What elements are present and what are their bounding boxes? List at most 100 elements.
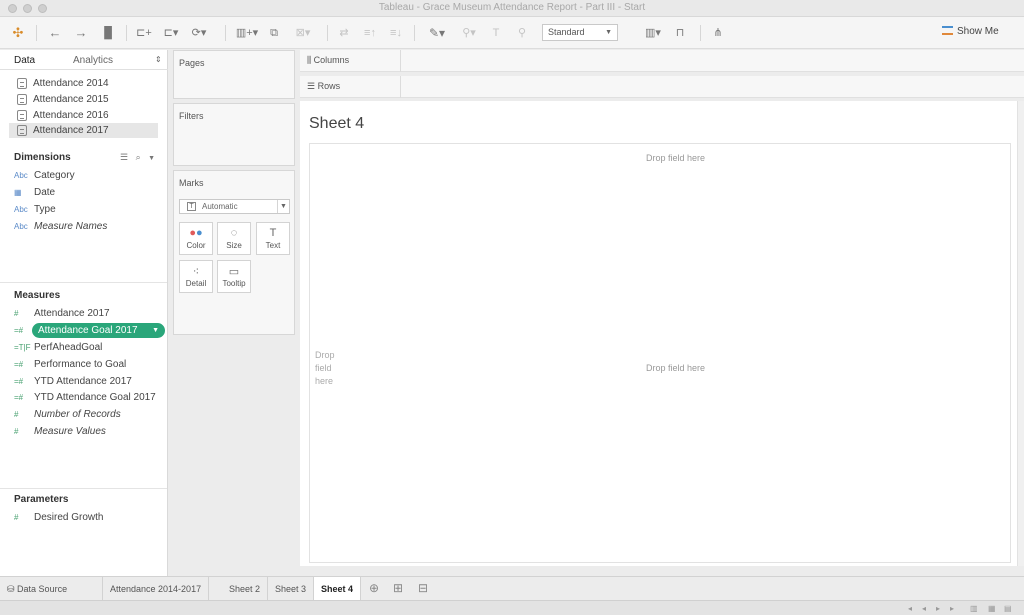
filters-shelf[interactable]: Filters bbox=[173, 103, 295, 166]
string-type-icon: Abc bbox=[14, 222, 28, 231]
sheet-title[interactable]: Sheet 4 bbox=[309, 115, 364, 133]
search-icon[interactable]: ⌕ bbox=[136, 152, 141, 162]
show-me-button[interactable]: Show Me bbox=[942, 26, 999, 37]
data-source-item-selected[interactable]: Attendance 2017 bbox=[9, 123, 158, 138]
sheet-tabs-bar: ⛁ Data Source Attendance 2014-2017 Sheet… bbox=[0, 576, 1024, 601]
show-filmstrip-icon[interactable]: ▥ bbox=[970, 604, 978, 613]
sort-descending-icon[interactable]: ≡↓ bbox=[388, 25, 404, 41]
tab-data[interactable]: Data bbox=[14, 55, 35, 66]
dimensions-heading: Dimensions bbox=[14, 152, 71, 163]
rows-shelf[interactable]: ☰ Rows bbox=[300, 76, 1024, 98]
clear-sheet-icon[interactable]: ⊠▾ bbox=[290, 25, 316, 41]
chevron-down-icon[interactable]: ▼ bbox=[148, 155, 155, 162]
columns-shelf[interactable]: ⫼ Columns bbox=[300, 50, 1024, 72]
show-sheet-sorter-icon[interactable]: ▦ bbox=[988, 604, 996, 613]
status-bar: ◂ ◂ ▸ ▸ ▥ ▦ ▤ bbox=[0, 600, 1024, 615]
data-source-item[interactable]: Attendance 2015 bbox=[9, 92, 158, 107]
data-source-tab-label: Data Source bbox=[17, 584, 68, 594]
chevron-down-icon: ▼ bbox=[605, 29, 612, 36]
sheet-tab-active[interactable]: Sheet 4 bbox=[314, 577, 362, 601]
text-mark-icon: T bbox=[187, 202, 196, 211]
undo-icon[interactable]: ← bbox=[47, 25, 63, 41]
drop-zone-rows[interactable]: Drop field here bbox=[315, 349, 343, 388]
measure-field[interactable]: # Attendance 2017 bbox=[14, 306, 110, 321]
measure-field[interactable]: # Number of Records bbox=[14, 407, 121, 422]
calc-number-icon: =# bbox=[14, 393, 24, 402]
drop-zone-center[interactable]: Drop field here bbox=[646, 363, 705, 373]
measure-field[interactable]: =# bbox=[14, 323, 34, 338]
field-label: Measure Values bbox=[34, 426, 106, 437]
fit-select-value: Standard bbox=[548, 27, 585, 37]
columns-text: Columns bbox=[313, 55, 350, 65]
detail-mark-button[interactable]: ⁖ Detail bbox=[179, 260, 213, 293]
measure-field[interactable]: =# YTD Attendance 2017 bbox=[14, 374, 132, 389]
first-sheet-icon[interactable]: ◂ bbox=[908, 604, 912, 613]
new-dashboard-icon[interactable]: ⊞ bbox=[393, 581, 403, 595]
sheet-tab[interactable]: Attendance 2014-2017 bbox=[103, 577, 210, 601]
duplicate-icon[interactable]: ⧉ bbox=[266, 25, 282, 41]
chart-insert-icon[interactable]: ▥+▾ bbox=[234, 25, 260, 41]
dimension-field[interactable]: Abc Category bbox=[14, 168, 75, 183]
sheet-tab[interactable]: Sheet 2 bbox=[222, 577, 269, 601]
labels-icon[interactable]: T bbox=[488, 25, 504, 41]
vertical-scrollbar[interactable] bbox=[1017, 101, 1024, 566]
list-view-icon[interactable]: ☰ bbox=[120, 152, 128, 162]
field-label: Measure Names bbox=[34, 221, 108, 232]
last-sheet-icon[interactable]: ▸ bbox=[950, 604, 954, 613]
redo-icon[interactable]: → bbox=[73, 25, 89, 41]
tableau-logo-icon[interactable]: ✣ bbox=[10, 25, 26, 41]
fit-select[interactable]: Standard ▼ bbox=[542, 24, 618, 41]
sheet-tab[interactable]: Sheet 3 bbox=[268, 577, 315, 601]
mark-type-value: Automatic bbox=[202, 202, 238, 211]
pages-shelf[interactable]: Pages bbox=[173, 50, 295, 99]
prev-sheet-icon[interactable]: ◂ bbox=[922, 604, 926, 613]
data-pane-tabs: Data Analytics ⇕ bbox=[0, 50, 168, 70]
field-label: Attendance Goal 2017 bbox=[38, 325, 138, 336]
measure-field[interactable]: =# Performance to Goal bbox=[14, 357, 126, 372]
group-icon[interactable]: ⚲▾ bbox=[456, 25, 482, 41]
pane-menu-icon[interactable]: ⇕ bbox=[155, 55, 162, 64]
dimension-field[interactable]: Abc Type bbox=[14, 202, 56, 217]
text-mark-button[interactable]: T Text bbox=[256, 222, 290, 255]
data-source-item[interactable]: Attendance 2014 bbox=[9, 76, 158, 91]
fix-axes-icon[interactable]: ▥▾ bbox=[640, 25, 666, 41]
share-icon[interactable]: ⋔ bbox=[710, 25, 726, 41]
columns-label: ⫼ Columns bbox=[307, 55, 349, 66]
highlight-icon[interactable]: ✎▾ bbox=[424, 25, 450, 41]
size-mark-button[interactable]: ◌ Size bbox=[217, 222, 251, 255]
data-source-item[interactable]: Attendance 2016 bbox=[9, 108, 158, 123]
refresh-icon[interactable]: ⟳▾ bbox=[188, 25, 210, 41]
new-story-icon[interactable]: ⊟ bbox=[418, 581, 428, 595]
marks-label: Marks bbox=[179, 178, 204, 188]
sort-ascending-icon[interactable]: ≡↑ bbox=[362, 25, 378, 41]
drop-zone-columns[interactable]: Drop field here bbox=[646, 153, 705, 163]
save-icon[interactable]: ▐▌ bbox=[100, 25, 116, 41]
selected-field-pill[interactable]: Attendance Goal 2017 ▼ bbox=[32, 323, 165, 338]
dimension-field[interactable]: Abc Measure Names bbox=[14, 219, 107, 234]
pin-icon[interactable]: ⚲ bbox=[514, 25, 530, 41]
tooltip-icon: ▭ bbox=[228, 266, 240, 278]
calendar-icon: ▦ bbox=[14, 188, 22, 197]
measure-field[interactable]: # Measure Values bbox=[14, 424, 106, 439]
presentation-icon[interactable]: ⊓ bbox=[672, 25, 688, 41]
parameter-field[interactable]: # Desired Growth bbox=[14, 510, 103, 525]
tooltip-mark-button[interactable]: ▭ Tooltip bbox=[217, 260, 251, 293]
show-me-label: Show Me bbox=[957, 26, 999, 37]
dimension-field[interactable]: ▦ Date bbox=[14, 185, 55, 200]
mark-type-select[interactable]: T Automatic ▼ bbox=[179, 199, 290, 214]
new-worksheet-icon[interactable]: ⊏▾ bbox=[160, 25, 182, 41]
detail-icon: ⁖ bbox=[192, 266, 200, 278]
swap-icon[interactable]: ⇄ bbox=[336, 25, 352, 41]
chevron-down-icon[interactable]: ▼ bbox=[152, 323, 159, 338]
next-sheet-icon[interactable]: ▸ bbox=[936, 604, 940, 613]
view-area[interactable]: Drop field here Drop field here bbox=[309, 143, 1011, 563]
new-data-source-icon[interactable]: ⊏+ bbox=[136, 25, 152, 41]
measure-field[interactable]: =T|F PerfAheadGoal bbox=[14, 340, 102, 355]
measure-field[interactable]: =# YTD Attendance Goal 2017 bbox=[14, 390, 156, 405]
tab-analytics[interactable]: Analytics bbox=[73, 55, 113, 66]
database-icon bbox=[17, 94, 27, 105]
show-tabs-icon[interactable]: ▤ bbox=[1004, 604, 1012, 613]
new-worksheet-icon[interactable]: ⊕ bbox=[369, 581, 379, 595]
color-mark-button[interactable]: ●● Color bbox=[179, 222, 213, 255]
data-source-tab[interactable]: ⛁ Data Source bbox=[0, 577, 103, 601]
